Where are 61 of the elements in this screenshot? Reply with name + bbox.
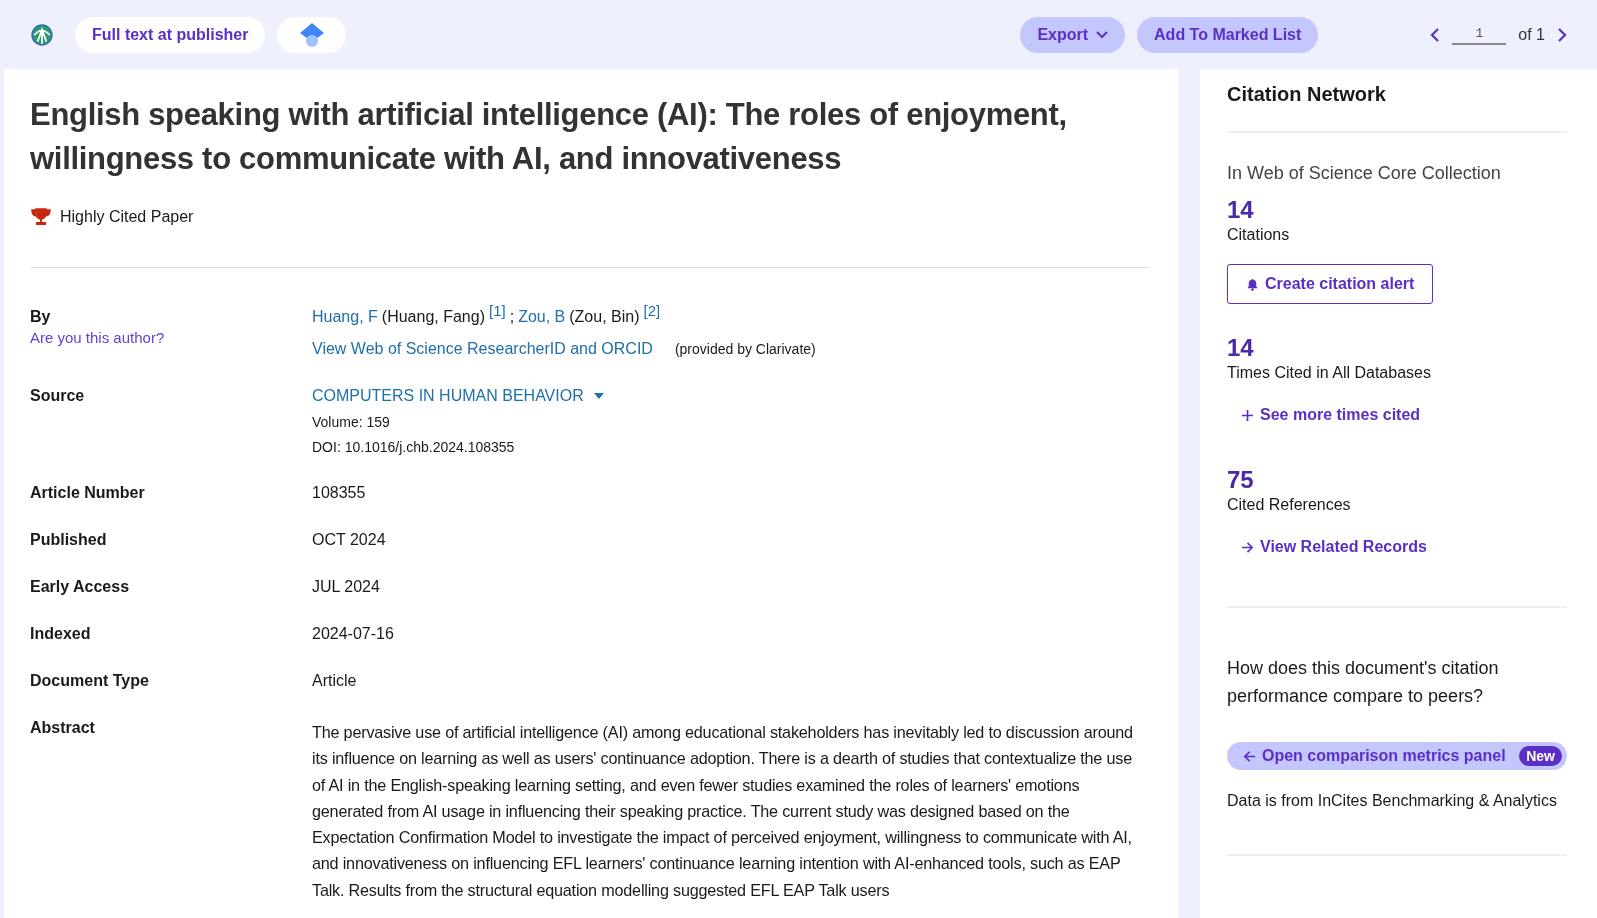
field-value: 2024-07-16 — [312, 625, 395, 643]
page-number-field[interactable]: 1 — [1452, 24, 1507, 45]
citation-count[interactable]: 14 — [1227, 334, 1567, 362]
citation-count[interactable]: 75 — [1227, 466, 1567, 494]
field-value: JUL 2024 — [312, 578, 381, 596]
field-value: Article — [312, 672, 358, 690]
new-badge: New — [1519, 746, 1562, 766]
trophy-icon — [30, 207, 52, 227]
full-text-button[interactable]: Full text at publisher — [75, 16, 266, 53]
record-title: English speaking with artificial intelligence (AI): The roles of enjoyment, willingness to communicate with AI, and innovativeness — [30, 96, 1068, 178]
author-full-name: (Zou, Bin) — [569, 308, 640, 326]
related-records-link[interactable]: View Related Records — [1241, 538, 1567, 556]
create-alert-button[interactable]: Create citation alert — [1227, 264, 1434, 304]
field-value: OCT 2024 — [312, 531, 387, 549]
add-to-marked-list-button[interactable]: Add To Marked List — [1137, 16, 1319, 53]
panel-heading: Citation Network — [1227, 82, 1387, 106]
field-label: Source — [30, 387, 86, 405]
previous-page-icon[interactable] — [1430, 27, 1441, 42]
affiliation-link[interactable]: [1] — [489, 302, 506, 319]
author-full-name: (Huang, Fang) — [381, 308, 485, 326]
data-source-note: Data is from InCites Benchmarking & Analytics — [1227, 792, 1558, 810]
journal-link[interactable]: COMPUTERS IN HUMAN BEHAVIOR — [312, 387, 604, 405]
comparison-question: How does this document's citation performance compare to peers? — [1227, 657, 1500, 708]
author-link[interactable]: Zou, B — [518, 308, 566, 326]
field-label: Document Type — [30, 672, 150, 690]
see-more-link[interactable]: See more times cited — [1241, 406, 1567, 424]
affiliation-link[interactable]: [2] — [643, 302, 661, 319]
field-label: Article Number — [30, 484, 146, 502]
source-detail: Volume: 159 — [312, 414, 391, 430]
metric-label: Times Cited in All Databases — [1227, 364, 1432, 382]
field-label: By — [30, 308, 52, 326]
metric-label: Cited References — [1227, 496, 1352, 514]
source-detail: DOI: 10.1016/j.chb.2024.108355 — [312, 439, 516, 455]
field-value: 108355 — [312, 484, 367, 502]
researcher-id-link[interactable]: View Web of Science ResearcherID and ORCID — [312, 340, 653, 358]
citation-count[interactable]: 14 — [1227, 196, 1567, 224]
field-label: Published — [30, 531, 108, 549]
arrow-right-icon — [1241, 540, 1254, 554]
graduation-cap-icon — [298, 21, 325, 48]
field-label: Indexed — [30, 625, 92, 643]
comparison-metrics-button[interactable]: Open comparison metrics panel New — [1227, 742, 1567, 770]
arrow-left-icon — [1243, 749, 1256, 763]
highly-cited-label: Highly Cited Paper — [60, 208, 194, 226]
next-page-icon[interactable] — [1557, 27, 1567, 42]
author-claim-link[interactable]: Are you this author? — [30, 329, 312, 346]
export-button[interactable]: Export — [1020, 16, 1126, 53]
logo-icon — [31, 23, 53, 46]
bell-icon — [1246, 277, 1259, 291]
author-separator: ; — [509, 308, 515, 326]
page-count: of 1 — [1518, 25, 1545, 44]
dropdown-caret-icon — [593, 393, 604, 399]
field-label: Early Access — [30, 578, 131, 596]
metric-label: Citations — [1227, 226, 1291, 244]
plus-icon — [1241, 408, 1254, 422]
collection-label: In Web of Science Core Collection — [1227, 163, 1502, 184]
field-label: Abstract — [30, 719, 96, 737]
author-link[interactable]: Huang, F — [312, 308, 378, 326]
scholar-button[interactable] — [277, 16, 347, 53]
abstract-text: The pervasive use of artificial intelligence (AI) among educational stakeholders has inevitably led to discussion around its influence on learning as well as users' continuance adoption. There is a dearth of studies that contextualize the use of AI in the English-speaking learning setting, and even fewer studies examined the roles of learners' emotions generated from AI usage in influencing their speaking practice. The current study was designed based on the Expectation Confirmation Model to investigate the impact of perceived enjoyment, willingness to communicate with AI, and innovativeness on influencing EFL learners' continuance learning intention with AI-enhanced tools, such as EAP Talk. Results from the structural equation modelling suggested EFL EAP Talk users — [312, 722, 1134, 901]
chevron-down-icon — [1096, 30, 1109, 39]
provider-note: (provided by Clarivate) — [674, 341, 816, 357]
